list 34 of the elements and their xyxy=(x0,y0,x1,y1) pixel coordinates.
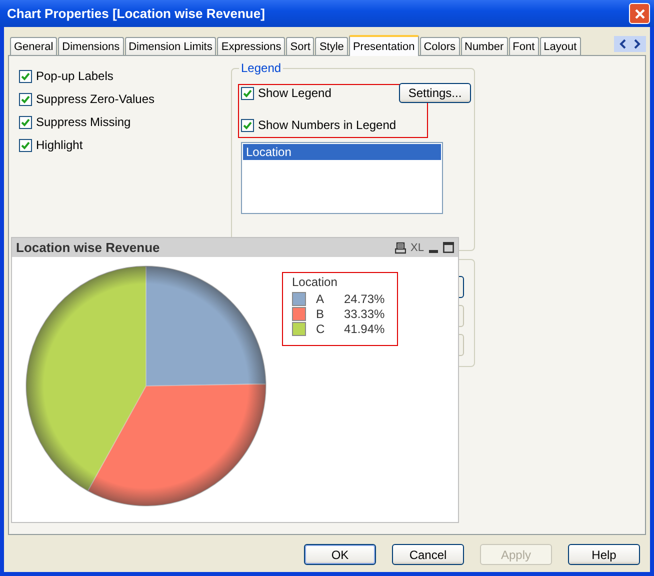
window-title: Chart Properties [Location wise Revenue] xyxy=(7,6,265,21)
tab[interactable]: General xyxy=(10,37,58,55)
legend-label: B xyxy=(315,306,326,320)
legend-label: A xyxy=(315,292,326,306)
list-box[interactable]: Location xyxy=(241,142,443,214)
tab[interactable]: Expressions xyxy=(217,37,286,55)
tab[interactable]: Sort xyxy=(286,37,314,55)
excel-export-button[interactable]: XL xyxy=(410,242,424,254)
legend-value: 24.73% xyxy=(344,292,385,306)
tab[interactable]: Presentation xyxy=(348,35,419,56)
checkbox-label: Show Legend xyxy=(258,86,332,100)
checkbox-label: Pop-up Labels xyxy=(36,69,114,83)
list-item[interactable]: Location xyxy=(243,144,441,160)
dialog-button[interactable]: Help xyxy=(568,544,640,565)
dialog-button[interactable]: Cancel xyxy=(392,544,464,565)
group-title: Legend xyxy=(240,61,282,75)
tab[interactable]: Style xyxy=(315,37,348,55)
legend-value: 41.94% xyxy=(344,322,385,336)
dialog-button[interactable]: OK xyxy=(304,544,376,565)
tab[interactable]: Number xyxy=(460,37,508,55)
legend-title: Location xyxy=(292,275,338,289)
tab[interactable]: Layout xyxy=(540,37,581,55)
tab[interactable]: Font xyxy=(508,37,539,55)
tab[interactable]: Dimensions xyxy=(58,37,124,55)
legend-value: 33.33% xyxy=(344,306,385,320)
checkbox-label: Suppress Missing xyxy=(36,115,131,129)
checkbox-label: Show Numbers in Legend xyxy=(258,118,396,132)
chart-title: Location wise Revenue xyxy=(16,240,160,255)
checkbox-label: Suppress Zero-Values xyxy=(36,92,154,106)
settings-button[interactable]: Settings... xyxy=(399,83,471,103)
legend-label: C xyxy=(315,322,326,336)
tab[interactable]: Dimension Limits xyxy=(124,37,216,55)
tab[interactable]: Colors xyxy=(420,37,460,55)
checkbox-label: Highlight xyxy=(36,138,83,152)
